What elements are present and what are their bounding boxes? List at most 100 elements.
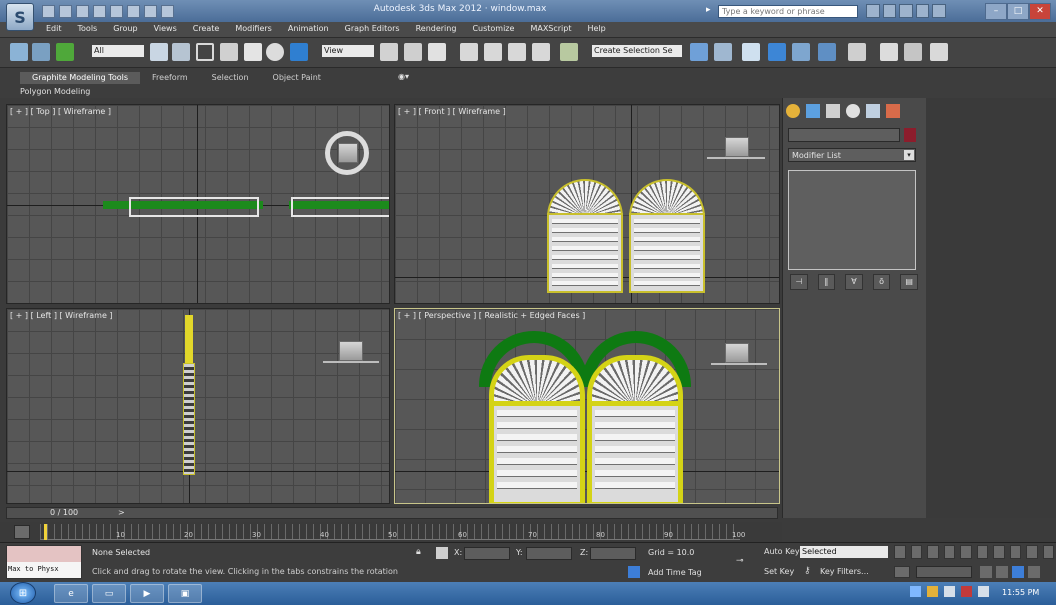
menu-item-graph-editors[interactable]: Graph Editors — [345, 24, 400, 36]
viewport-label-perspective[interactable]: [ + ] [ Perspective ] [ Realistic + Edge… — [398, 311, 585, 320]
menu-item-views[interactable]: Views — [154, 24, 177, 36]
go-to-end-icon[interactable] — [960, 545, 972, 559]
key-icon[interactable]: ⚷ — [804, 566, 816, 578]
play-icon[interactable] — [927, 545, 939, 559]
key-mode-icon[interactable]: ⊸ — [736, 556, 756, 566]
lock-selection-icon[interactable]: 🔒︎ — [416, 547, 428, 559]
taskbar-app-3dsmax[interactable]: ▣ — [168, 584, 202, 603]
viewcube-icon[interactable] — [725, 343, 749, 363]
schematic-view-icon[interactable] — [818, 43, 836, 61]
time-tag-icon[interactable] — [628, 566, 640, 578]
hold-icon[interactable] — [127, 5, 140, 18]
layer-manager-icon[interactable] — [742, 43, 760, 61]
subscription-icon[interactable] — [882, 4, 897, 18]
move-icon[interactable] — [244, 43, 262, 61]
search-input[interactable]: Type a keyword or phrase — [718, 5, 858, 18]
modify-tab-icon[interactable] — [806, 104, 820, 118]
time-configuration-icon[interactable] — [980, 566, 992, 578]
viewcube-icon[interactable] — [338, 143, 358, 163]
maxscript-text[interactable]: Max to Physx — [8, 565, 59, 573]
menu-item-maxscript[interactable]: MAXScript — [530, 24, 571, 36]
object-color-swatch[interactable] — [904, 128, 916, 142]
pan-icon[interactable] — [976, 545, 988, 559]
ribbon-panel-label[interactable]: Polygon Modeling — [20, 87, 90, 97]
key-filters-button[interactable]: Key Filters... — [820, 567, 869, 576]
menu-item-group[interactable]: Group — [113, 24, 137, 36]
snaps-toggle-icon[interactable] — [460, 43, 478, 61]
render-production-icon[interactable] — [930, 43, 948, 61]
selection-filter-dropdown[interactable]: All — [92, 45, 144, 57]
utilities-tab-icon[interactable] — [886, 104, 900, 118]
display-tab-icon[interactable] — [866, 104, 880, 118]
set-key-button[interactable]: Set Key — [764, 567, 794, 576]
tray-arrow-icon[interactable] — [910, 586, 921, 597]
modifier-stack[interactable] — [788, 170, 916, 270]
key-mode-toggle-icon[interactable] — [894, 566, 910, 578]
menu-item-help[interactable]: Help — [588, 24, 606, 36]
taskbar-app-explorer[interactable]: ▭ — [92, 584, 126, 603]
rendered-frame-window-icon[interactable] — [904, 43, 922, 61]
network-icon[interactable] — [944, 586, 955, 597]
save-file-icon[interactable] — [76, 5, 89, 18]
absolute-mode-icon[interactable] — [436, 547, 448, 559]
tab-selection[interactable]: Selection — [200, 72, 261, 84]
rectangle-selection-icon[interactable] — [196, 43, 214, 61]
curve-editor-icon[interactable] — [792, 43, 810, 61]
zoom-extents-icon[interactable] — [996, 566, 1008, 578]
hierarchy-tab-icon[interactable] — [826, 104, 840, 118]
minimize-button[interactable]: – — [985, 3, 1007, 20]
min-max-toggle-icon[interactable] — [1028, 566, 1040, 578]
mini-curve-editor-icon[interactable] — [14, 525, 30, 539]
viewport-top[interactable]: [ + ] [ Top ] [ Wireframe ] — [6, 104, 390, 304]
modifier-list-dropdown[interactable]: Modifier List — [788, 148, 916, 162]
window-crossing-icon[interactable] — [220, 43, 238, 61]
start-button[interactable]: ⊞ — [10, 582, 36, 604]
angle-snap-icon[interactable] — [484, 43, 502, 61]
favorites-icon[interactable] — [915, 4, 930, 18]
viewport-label-top[interactable]: [ + ] [ Top ] [ Wireframe ] — [10, 107, 111, 116]
x-coordinate-field[interactable] — [464, 547, 510, 560]
zoom-icon[interactable] — [993, 545, 1005, 559]
tray-alert-icon[interactable] — [961, 586, 972, 597]
tab-graphite-modeling-tools[interactable]: Graphite Modeling Tools — [20, 72, 141, 84]
tab-object-paint[interactable]: Object Paint — [261, 72, 333, 84]
object-name-field[interactable] — [788, 128, 900, 142]
create-tab-icon[interactable] — [786, 104, 800, 118]
auto-key-button[interactable]: Auto Key — [764, 547, 800, 556]
project-folder-icon[interactable] — [161, 5, 174, 18]
select-object-icon[interactable] — [150, 43, 168, 61]
next-frame-icon[interactable] — [943, 545, 955, 559]
clock[interactable]: 11:55 PM — [1002, 588, 1039, 597]
show-end-result-icon[interactable]: ‖ — [817, 274, 836, 290]
mirror-icon[interactable] — [690, 43, 708, 61]
current-frame-field[interactable] — [916, 566, 972, 578]
menu-item-customize[interactable]: Customize — [472, 24, 514, 36]
orbit-icon[interactable] — [1009, 545, 1021, 559]
menu-item-animation[interactable]: Animation — [288, 24, 329, 36]
remove-modifier-icon[interactable]: ō — [872, 274, 891, 290]
menu-item-tools[interactable]: Tools — [78, 24, 98, 36]
spinner-snap-icon[interactable] — [532, 43, 550, 61]
app-logo-icon[interactable]: S — [6, 3, 34, 31]
menu-item-modifiers[interactable]: Modifiers — [235, 24, 272, 36]
field-of-view-icon[interactable] — [1026, 545, 1038, 559]
align-icon[interactable] — [714, 43, 732, 61]
maximize-button[interactable]: □ — [1007, 3, 1029, 20]
taskbar-app-ie[interactable]: e — [54, 584, 88, 603]
binoculars-icon[interactable] — [866, 4, 880, 18]
select-manipulate-icon[interactable] — [404, 43, 422, 61]
maximize-viewport-icon[interactable] — [1042, 545, 1054, 559]
viewport-label-front[interactable]: [ + ] [ Front ] [ Wireframe ] — [398, 107, 506, 116]
time-slider-next-icon[interactable]: > — [118, 508, 128, 518]
taskbar-app-media[interactable]: ▶ — [130, 584, 164, 603]
viewport-label-left[interactable]: [ + ] [ Left ] [ Wireframe ] — [10, 311, 113, 320]
y-coordinate-field[interactable] — [526, 547, 572, 560]
arc-rotate-icon[interactable] — [1012, 566, 1024, 578]
add-time-tag-button[interactable]: Add Time Tag — [648, 568, 702, 577]
select-by-name-icon[interactable] — [172, 43, 190, 61]
graphite-toggle-icon[interactable] — [768, 43, 786, 61]
keyboard-shortcut-icon[interactable] — [428, 43, 446, 61]
viewport-front[interactable]: [ + ] [ Front ] [ Wireframe ] — [394, 104, 780, 304]
viewcube-icon[interactable] — [725, 137, 749, 157]
fetch-icon[interactable] — [144, 5, 157, 18]
